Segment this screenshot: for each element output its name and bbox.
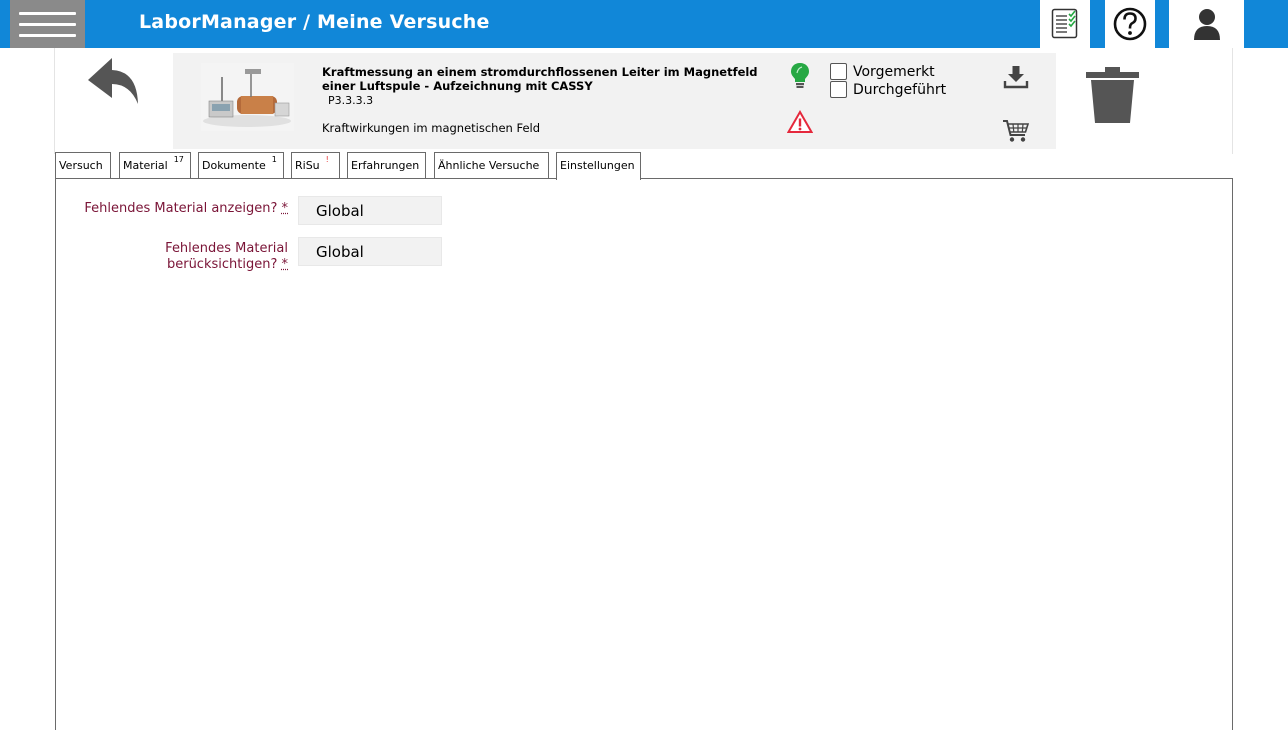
- download-icon[interactable]: [1003, 64, 1029, 90]
- tab-material-label: Material: [123, 159, 168, 172]
- help-icon: [1113, 7, 1147, 41]
- content-left-border: [55, 178, 56, 730]
- back-button[interactable]: [85, 54, 143, 110]
- durchgefuehrt-checkbox[interactable]: [830, 81, 847, 98]
- hamburger-menu-icon[interactable]: [10, 0, 85, 48]
- help-button[interactable]: [1105, 0, 1155, 48]
- experiment-info-panel: Kraftmessung an einem stromdurchflossene…: [173, 53, 1056, 149]
- durchgefuehrt-checkbox-row[interactable]: Durchgeführt: [830, 81, 946, 98]
- tab-material[interactable]: Material 17: [119, 152, 191, 179]
- experiment-code: P3.3.3.3: [328, 94, 374, 107]
- vorgemerkt-checkbox[interactable]: [830, 63, 847, 80]
- experiment-category: Kraftwirkungen im magnetischen Feld: [322, 121, 541, 135]
- show-missing-material-text: Fehlendes Material anzeigen?: [84, 201, 278, 216]
- tab-einstellungen-label: Einstellungen: [560, 159, 635, 172]
- checklist-icon: [1051, 8, 1078, 39]
- durchgefuehrt-label: Durchgeführt: [853, 81, 947, 98]
- tab-baseline-right: [641, 178, 1233, 179]
- tab-risu-badge: !: [325, 155, 329, 164]
- app-title: LaborManager / Meine Versuche: [139, 11, 490, 33]
- tab-erfahrungen-label: Erfahrungen: [351, 159, 420, 172]
- vorgemerkt-label: Vorgemerkt: [853, 63, 935, 80]
- warning-icon[interactable]: [787, 110, 813, 134]
- required-mark: *: [281, 201, 289, 216]
- experiment-thumbnail[interactable]: [201, 63, 294, 131]
- tab-einstellungen[interactable]: Einstellungen: [556, 152, 641, 180]
- consider-missing-material-line1: Fehlendes Material: [165, 241, 288, 256]
- consider-missing-material-select[interactable]: Global: [298, 237, 442, 266]
- tab-erfahrungen[interactable]: Erfahrungen: [347, 152, 426, 179]
- tab-dokumente-label: Dokumente: [202, 159, 266, 172]
- experiment-image: [201, 63, 294, 131]
- tab-baseline-left: [55, 178, 556, 179]
- header-left-border: [54, 48, 55, 154]
- back-arrow-icon: [88, 58, 138, 104]
- content-right-border: [1232, 178, 1233, 730]
- tab-material-badge: 17: [173, 155, 184, 164]
- tab-aehnliche-versuche-label: Ähnliche Versuche: [438, 159, 540, 172]
- checklist-button[interactable]: [1040, 0, 1090, 48]
- tab-risu-label: RiSu: [295, 159, 320, 172]
- tab-versuch-label: Versuch: [59, 159, 103, 172]
- shopping-cart-icon[interactable]: [1002, 118, 1030, 144]
- trash-icon[interactable]: [1085, 66, 1140, 124]
- tab-dokumente[interactable]: Dokumente 1: [198, 152, 284, 179]
- top-bar: LaborManager / Meine Versuche: [0, 0, 1288, 48]
- user-icon: [1194, 9, 1220, 40]
- user-button[interactable]: [1169, 0, 1244, 48]
- tab-risu[interactable]: RiSu!: [291, 152, 340, 179]
- experiment-title: Kraftmessung an einem stromdurchflossene…: [322, 65, 758, 93]
- show-missing-material-label: Fehlendes Material anzeigen? *: [60, 201, 288, 217]
- consider-missing-material-line2: berücksichtigen?: [166, 257, 278, 272]
- required-mark: *: [281, 257, 289, 272]
- lightbulb-icon[interactable]: [790, 62, 810, 90]
- tab-versuch[interactable]: Versuch: [55, 152, 111, 179]
- consider-missing-material-label: Fehlendes Material berücksichtigen? *: [60, 241, 288, 273]
- show-missing-material-select[interactable]: Global: [298, 196, 442, 225]
- header-right-border: [1232, 48, 1233, 154]
- tab-aehnliche-versuche[interactable]: Ähnliche Versuche: [434, 152, 549, 179]
- vorgemerkt-checkbox-row[interactable]: Vorgemerkt: [830, 63, 935, 80]
- tab-dokumente-badge: 1: [271, 155, 277, 164]
